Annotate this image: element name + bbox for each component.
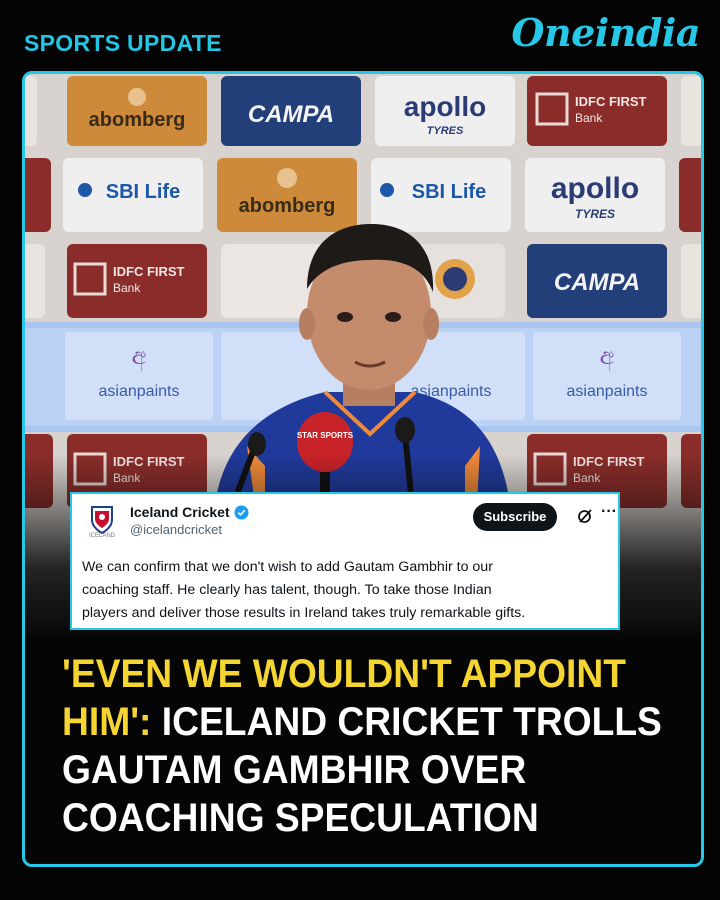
star-sports-mic-label: STAR SPORTS <box>297 431 354 440</box>
tweet-account-name[interactable]: Iceland Cricket <box>130 504 230 520</box>
svg-text:CAMPA: CAMPA <box>554 269 640 296</box>
svg-text:IDFC FIRST: IDFC FIRST <box>113 264 185 279</box>
headline-quote-part2: HIM': <box>62 700 152 744</box>
more-options-icon[interactable]: ··· <box>601 503 617 521</box>
svg-text:asianpaints: asianpaints <box>99 383 180 400</box>
svg-text:abomberg: abomberg <box>239 195 336 217</box>
svg-text:SBI Life: SBI Life <box>106 181 180 203</box>
svg-text:asianpaints: asianpaints <box>567 383 648 400</box>
tweet-handle[interactable]: @icelandcricket <box>130 522 222 537</box>
section-label: SPORTS UPDATE <box>24 30 222 56</box>
headline: 'EVEN WE WOULDN'T APPOINT HIM': ICELAND … <box>62 650 662 842</box>
avatar-caption: ICELAND <box>88 533 115 539</box>
tweet-body-line: coaching staff. He clearly has talent, t… <box>82 582 492 598</box>
svg-text:Bank: Bank <box>575 111 603 125</box>
svg-text:Bank: Bank <box>113 281 141 295</box>
brand-logo: Oneindia <box>511 10 700 55</box>
headline-line4: COACHING SPECULATION <box>62 796 539 840</box>
tweet-card: ICELAND Iceland Cricket @icelandcricket … <box>70 492 620 630</box>
svg-text:අ: අ <box>132 343 147 372</box>
svg-text:CAMPA: CAMPA <box>248 101 334 128</box>
grok-icon[interactable] <box>577 508 593 524</box>
svg-text:apollo: apollo <box>551 172 639 205</box>
headline-quote-part1: 'EVEN WE WOULDN'T APPOINT <box>62 652 626 696</box>
iceland-cricket-logo-icon <box>91 506 113 535</box>
header-bar: SPORTS UPDATE Oneindia <box>0 0 720 72</box>
tweet-body-line: players and deliver those results in Ire… <box>82 605 526 621</box>
svg-text:අ: අ <box>600 343 615 372</box>
svg-text:TYRES: TYRES <box>575 207 615 221</box>
verified-badge-icon <box>234 505 249 520</box>
svg-text:TYRES: TYRES <box>427 125 464 137</box>
headline-line2-rest: ICELAND CRICKET TROLLS <box>151 700 662 744</box>
svg-text:SBI Life: SBI Life <box>412 181 486 203</box>
tweet-body: We can confirm that we don't wish to add… <box>82 556 612 625</box>
svg-text:IDFC FIRST: IDFC FIRST <box>575 94 647 109</box>
svg-text:abomberg: abomberg <box>89 109 186 131</box>
story-card: abomberg CAMPA apollo TYRES IDFC FIRST B… <box>22 71 704 867</box>
tweet-body-line: We can confirm that we don't wish to add… <box>82 559 493 575</box>
headline-line3: GAUTAM GAMBHIR OVER <box>62 748 527 792</box>
subscribe-button[interactable]: Subscribe <box>473 503 557 531</box>
svg-text:apollo: apollo <box>404 91 486 122</box>
